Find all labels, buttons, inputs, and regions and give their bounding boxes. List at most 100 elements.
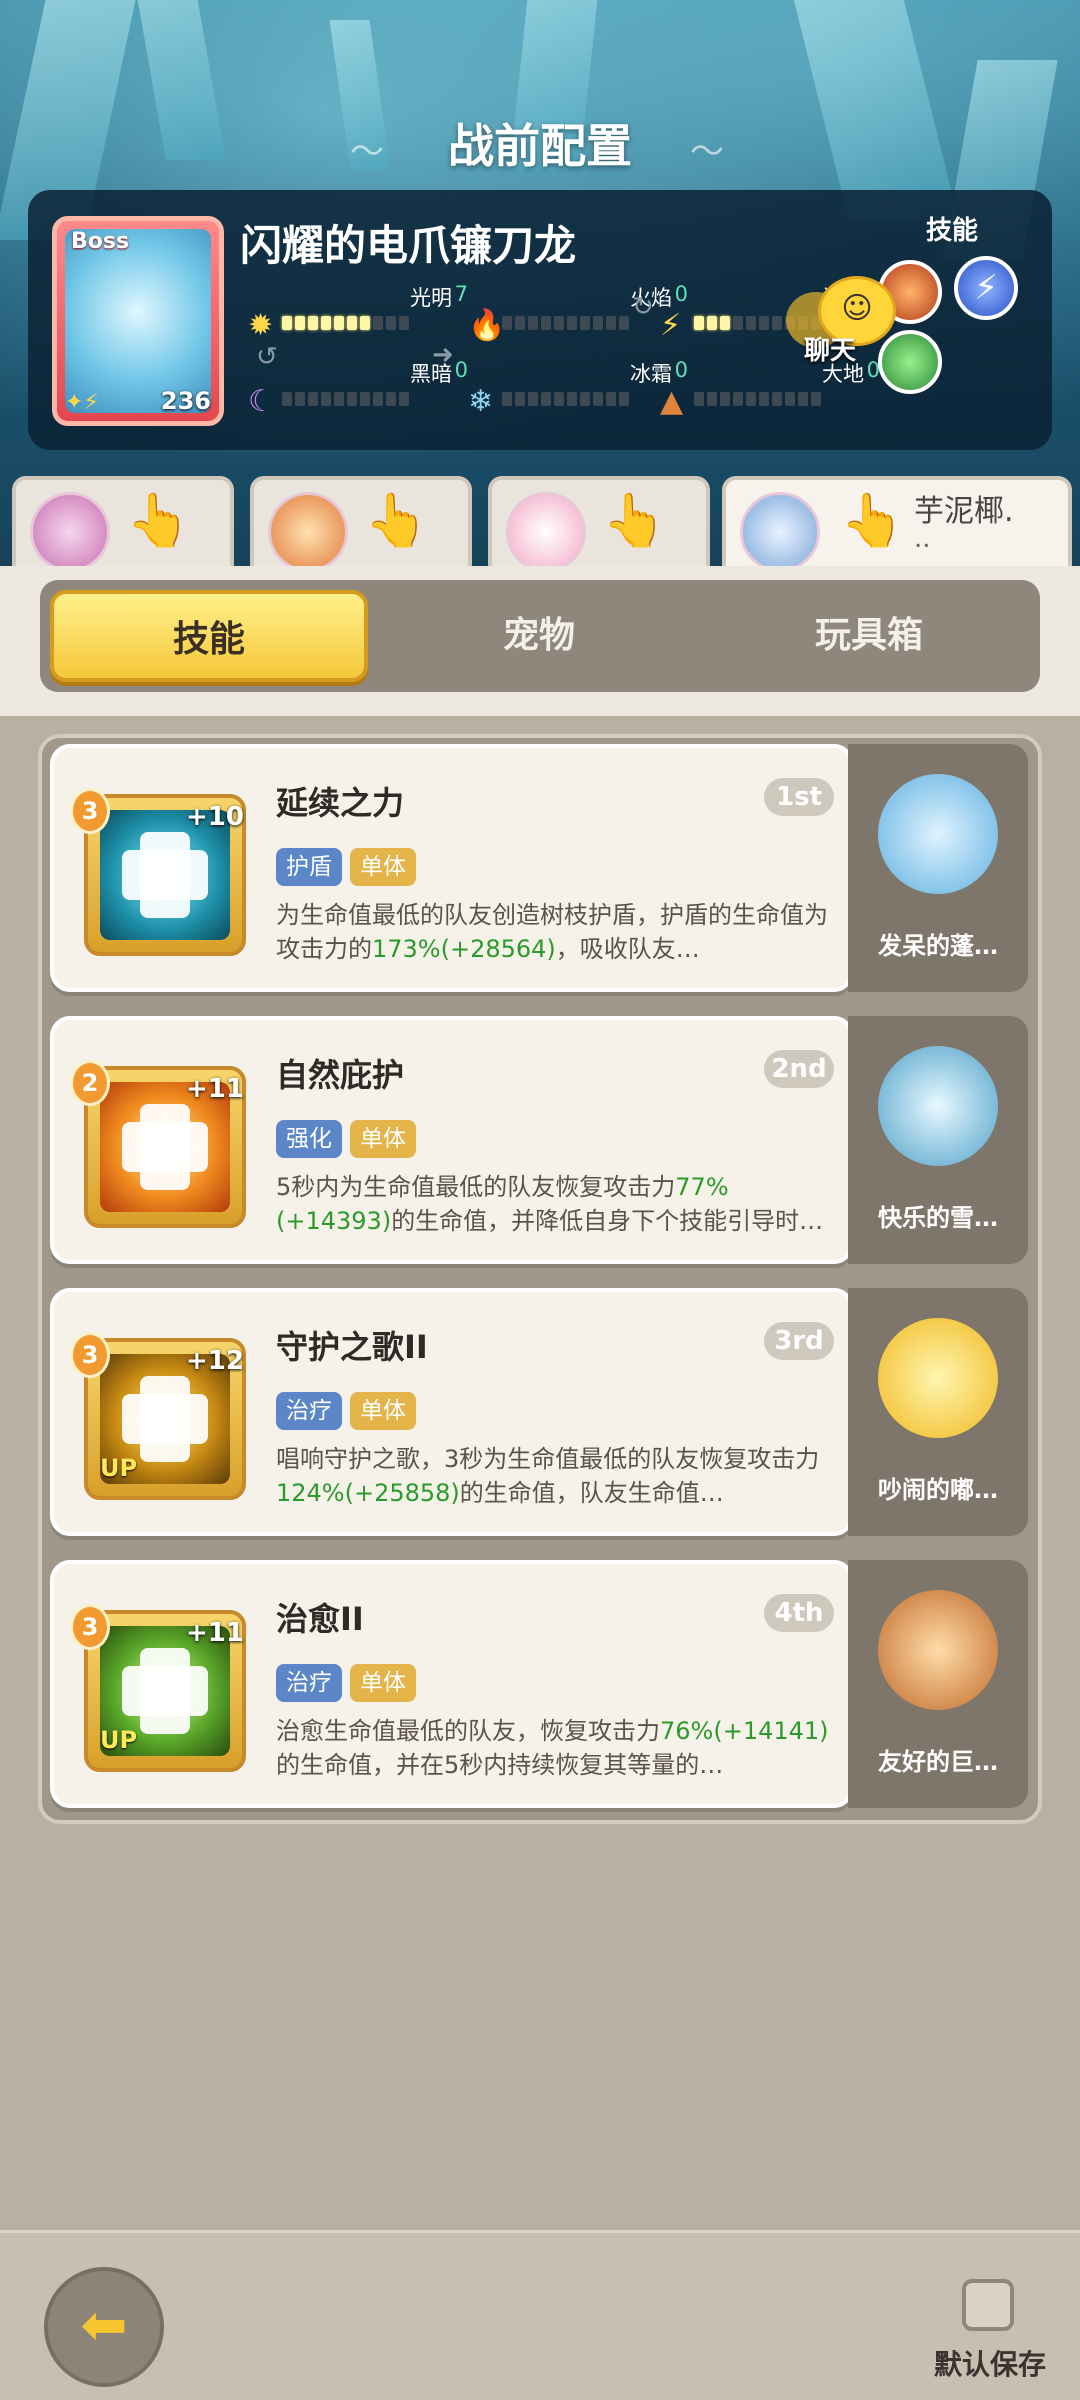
- element-dark: ☾ 黑暗 0: [248, 358, 498, 419]
- player-name-more: ..: [914, 524, 931, 554]
- page-title: 战前配置: [448, 119, 632, 173]
- skill-rank: 1st: [764, 778, 834, 816]
- element-bar-segment: [694, 316, 704, 330]
- element-bar-segment: [593, 316, 603, 330]
- tab-bar: 技能 宠物 玩具箱: [40, 580, 1040, 692]
- skill-desc-text: 的生命值，并在5秒内持续恢复其等量的…: [276, 1751, 724, 1779]
- element-bar-segment: [386, 316, 396, 330]
- tab-skills[interactable]: 技能: [50, 590, 368, 682]
- skill-pet-tile[interactable]: 发呆的蓬…: [848, 744, 1028, 992]
- skill-plus-value: +11: [186, 1618, 244, 1648]
- element-bar-segment: [528, 316, 538, 330]
- pet-avatar: [30, 492, 110, 572]
- team-slot-1[interactable]: 👆: [12, 476, 234, 576]
- skill-desc-text: ，吸收队友…: [555, 935, 700, 963]
- element-bar-segment: [295, 316, 305, 330]
- skill-plus-value: +11: [186, 1074, 244, 1104]
- pet-name: 快乐的雪…: [878, 1204, 998, 1232]
- skill-card[interactable]: 3 +10 延续之力 1st 护盾 单体 为生命值最低的队友创造树枝护盾，护盾的…: [50, 744, 854, 992]
- element-bar: [282, 392, 409, 406]
- element-bar-segment: [606, 316, 616, 330]
- element-bar-segment: [772, 316, 782, 330]
- skill-tag-type: 强化: [276, 1120, 342, 1158]
- skill-level-badge: 3: [70, 1332, 110, 1378]
- cycle-arrow-icon: ↺: [256, 342, 278, 372]
- tab-toybox[interactable]: 玩具箱: [710, 590, 1028, 682]
- element-bar-segment: [759, 316, 769, 330]
- skill-card[interactable]: 3 +11 UP 治愈II 4th 治疗 单体 治愈生命值最低的队友，恢复攻击力…: [50, 1560, 854, 1808]
- skill-description: 治愈生命值最低的队友，恢复攻击力76%(+14141) 的生命值，并在5秒内持续恢…: [276, 1714, 836, 1816]
- element-bar-segment: [502, 392, 512, 406]
- element-earth: ▲ 大地 0: [660, 358, 910, 419]
- sun-icon: ✹: [248, 308, 274, 343]
- element-bar-segment: [321, 392, 331, 406]
- boss-skill-nature-icon[interactable]: [878, 330, 942, 394]
- element-bar-segment: [399, 316, 409, 330]
- skill-pet-tile[interactable]: 友好的巨…: [848, 1560, 1028, 1808]
- tab-pets[interactable]: 宠物: [380, 590, 698, 682]
- skill-desc-text: 治愈生命值最低的队友，恢复攻击力: [276, 1717, 660, 1745]
- skill-tag-type: 治疗: [276, 1392, 342, 1430]
- skill-card[interactable]: 2 +11 自然庇护 2nd 强化 单体 5秒内为生命值最低的队友恢复攻击力77…: [50, 1016, 854, 1264]
- boss-skill-lightning-icon[interactable]: ⚡: [954, 256, 1018, 320]
- team-slot-2[interactable]: 👆: [250, 476, 472, 576]
- boss-name: 闪耀的电爪镰刀龙: [240, 221, 577, 270]
- element-bar-segment: [399, 392, 409, 406]
- skill-pet-tile[interactable]: 吵闹的嘟…: [848, 1288, 1028, 1536]
- skill-description: 唱响守护之歌，3秒为生命值最低的队友恢复攻击力 124%(+25858)的生命值，…: [276, 1442, 836, 1544]
- element-bar-segment: [295, 392, 305, 406]
- boss-info-panel: Boss ✦⚡ 236 闪耀的电爪镰刀龙 ✹ 光明 7 🔥 火焰 0 ⚡ 闪电 …: [28, 190, 1052, 450]
- element-bar: [502, 392, 629, 406]
- skill-name: 治愈II: [276, 1600, 364, 1638]
- element-bar-segment: [619, 392, 629, 406]
- player-avatar: [740, 492, 820, 572]
- pet-name: 发呆的蓬…: [878, 932, 998, 960]
- element-bar-segment: [308, 316, 318, 330]
- skill-tag-type: 护盾: [276, 848, 342, 886]
- skill-level-badge: 2: [70, 1060, 110, 1106]
- back-button[interactable]: ⬅: [44, 2267, 164, 2387]
- element-bar-segment: [606, 392, 616, 406]
- snowflake-icon: ❄: [468, 384, 494, 419]
- element-bar-segment: [811, 392, 821, 406]
- pet-name: 吵闹的嘟…: [878, 1476, 998, 1504]
- pet-name: 友好的巨…: [878, 1748, 998, 1776]
- element-bar-segment: [386, 392, 396, 406]
- element-bar-segment: [308, 392, 318, 406]
- element-bar-segment: [746, 392, 756, 406]
- default-save-label[interactable]: 默认保存: [934, 2343, 1046, 2383]
- chat-label[interactable]: 聊天: [804, 330, 856, 367]
- element-bar-segment: [347, 316, 357, 330]
- element-bar-segment: [515, 316, 525, 330]
- element-bar-segment: [580, 316, 590, 330]
- skill-desc-text: 的生命值，队友生命值…: [459, 1479, 724, 1507]
- back-arrow-icon: ⬅: [80, 2293, 128, 2358]
- element-bar-segment: [580, 392, 590, 406]
- pet-image: [878, 774, 998, 894]
- team-slot-3[interactable]: 👆: [488, 476, 710, 576]
- element-bar: [282, 316, 409, 330]
- element-bar-segment: [502, 316, 512, 330]
- default-save-checkbox[interactable]: [962, 2279, 1014, 2331]
- element-bar-segment: [554, 392, 564, 406]
- skill-name: 自然庇护: [276, 1056, 405, 1094]
- team-slot-active[interactable]: 👆 芋泥椰. ..: [722, 476, 1072, 576]
- tap-hand-icon: 👆: [126, 491, 191, 551]
- tap-hand-icon: 👆: [840, 491, 905, 551]
- flame-icon: 🔥: [468, 308, 506, 343]
- skill-desc-highlight: 124%(+25858): [276, 1479, 460, 1507]
- skill-pet-tile[interactable]: 快乐的雪…: [848, 1016, 1028, 1264]
- element-bar-segment: [541, 316, 551, 330]
- element-bar-segment: [282, 392, 292, 406]
- skill-rank: 3rd: [764, 1322, 834, 1360]
- element-light: ✹ 光明 7: [248, 282, 498, 343]
- element-bar-segment: [528, 392, 538, 406]
- element-bar-segment: [360, 316, 370, 330]
- boss-tag: Boss: [71, 229, 130, 254]
- element-bar-segment: [720, 316, 730, 330]
- boss-portrait[interactable]: Boss ✦⚡ 236: [52, 216, 224, 426]
- skill-rank: 2nd: [764, 1050, 834, 1088]
- element-label: 光明: [410, 286, 452, 310]
- skill-card[interactable]: 3 +12 UP 守护之歌II 3rd 治疗 单体 唱响守护之歌，3秒为生命值最…: [50, 1288, 854, 1536]
- skill-tag-target: 单体: [350, 1120, 416, 1158]
